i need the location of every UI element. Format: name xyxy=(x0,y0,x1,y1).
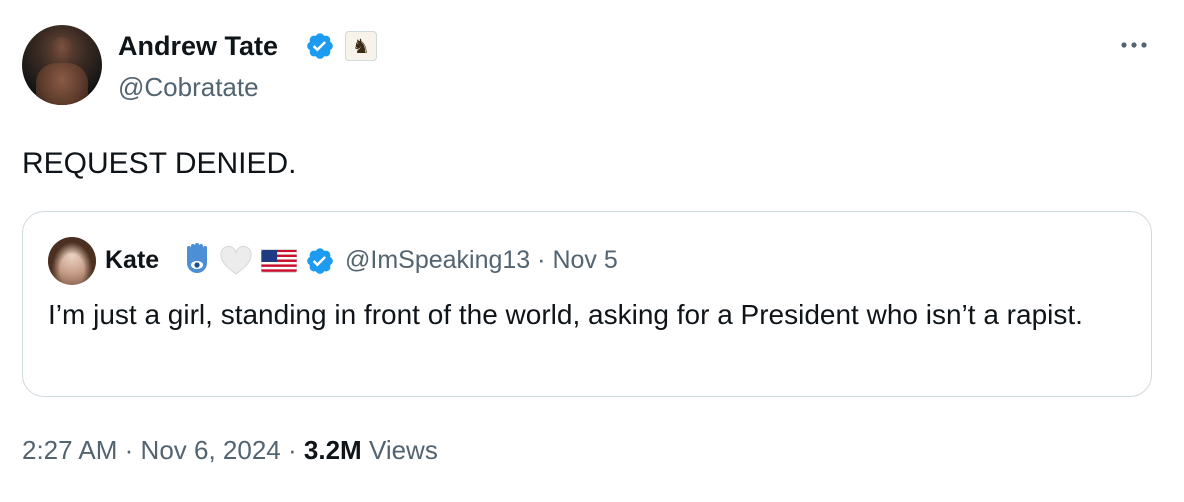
author-handle[interactable]: @Cobratate xyxy=(118,71,259,103)
quoted-author-name[interactable]: Kate xyxy=(105,244,159,276)
views-label: Views xyxy=(368,435,438,465)
quoted-handle[interactable]: @ImSpeaking13 xyxy=(345,246,530,274)
quoted-meta: @ImSpeaking13 · Nov 5 xyxy=(345,244,618,276)
quoted-avatar-hair xyxy=(48,237,96,285)
quoted-date[interactable]: Nov 5 xyxy=(552,246,617,274)
affiliate-badge[interactable]: ♞ xyxy=(345,31,377,61)
hamsa-icon xyxy=(187,243,207,273)
author-avatar[interactable] xyxy=(22,25,102,105)
quoted-separator: · xyxy=(537,246,546,274)
avatar-torso xyxy=(36,63,88,105)
quoted-text: I’m just a girl, standing in front of th… xyxy=(48,299,1083,330)
avatar-head xyxy=(51,37,73,63)
us-flag-icon xyxy=(261,249,297,273)
quoted-tweet[interactable]: Kate @ImSpeaking13 · Nov 5 I’m just a gi… xyxy=(22,211,1152,397)
tweet-text: REQUEST DENIED. xyxy=(22,147,297,180)
white-heart-icon xyxy=(220,246,252,275)
footer-separator: · xyxy=(124,435,134,465)
chess-knight-icon: ♞ xyxy=(352,35,370,58)
views-count[interactable]: 3.2M xyxy=(304,435,362,465)
quoted-verified-badge-icon[interactable] xyxy=(305,246,335,276)
quoted-avatar[interactable] xyxy=(48,237,96,285)
footer-separator: · xyxy=(288,435,297,465)
author-name[interactable]: Andrew Tate xyxy=(118,29,278,63)
more-options-icon[interactable] xyxy=(1116,33,1152,57)
tweet-date[interactable]: Nov 6, 2024 xyxy=(141,435,281,465)
tweet-time[interactable]: 2:27 AM xyxy=(22,435,117,465)
verified-badge-icon[interactable] xyxy=(305,31,335,61)
tweet-footer: 2:27 AM · Nov 6, 2024 · 3.2M Views xyxy=(22,433,438,467)
